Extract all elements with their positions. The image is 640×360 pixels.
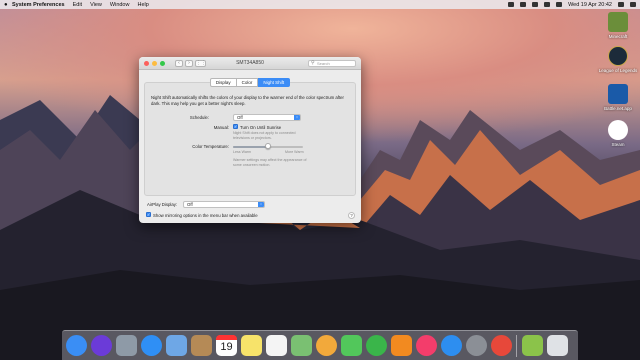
mail-icon[interactable] (166, 335, 187, 356)
desktop-icon-minecraft[interactable]: Minecraft (596, 12, 640, 39)
bluetooth-icon[interactable] (520, 2, 527, 7)
android-file-transfer-icon[interactable] (522, 335, 543, 356)
calendar-icon[interactable]: 19 (216, 335, 237, 356)
spotlight-icon[interactable] (618, 2, 624, 7)
league-of-legends-icon (608, 46, 628, 66)
color-temperature-fill (233, 146, 268, 148)
menu-view[interactable]: View (90, 2, 102, 8)
siri-icon[interactable] (91, 335, 112, 356)
search-icon: ⚲ (311, 60, 315, 66)
menu-help[interactable]: Help (137, 2, 148, 8)
itunes-icon[interactable] (416, 335, 437, 356)
system-preferences-icon[interactable] (466, 335, 487, 356)
desktop-icon-label: League of Legends (598, 68, 638, 73)
battle-net-icon (608, 84, 628, 104)
help-button[interactable]: ? (348, 212, 355, 219)
window-titlebar[interactable]: ‹ › ⋮⋮ SMT34A850 ⚲ Search (139, 57, 361, 70)
search-placeholder: Search (317, 61, 330, 66)
wifi-icon[interactable] (532, 2, 539, 7)
tab-bar: Display Color Night Shift (139, 78, 361, 87)
menu-status-area: Wed 19 Apr 20:42 (508, 2, 636, 8)
trash-icon[interactable] (547, 335, 568, 356)
less-warm-label: Less Warm (233, 150, 252, 154)
battery-icon[interactable] (556, 2, 563, 7)
menu-window[interactable]: Window (110, 2, 130, 8)
show-mirroring-checkbox[interactable]: ✓ (146, 212, 151, 217)
color-temperature-slider[interactable] (265, 143, 271, 149)
clock[interactable]: Wed 19 Apr 20:42 (568, 2, 612, 8)
maps-icon[interactable] (291, 335, 312, 356)
schedule-label: Schedule: (189, 115, 209, 120)
apple-menu-icon[interactable]: ● (4, 2, 12, 8)
turn-on-until-sunrise-checkbox[interactable]: ✓ (233, 124, 238, 129)
manual-note: Night Shift does not apply to connected … (233, 131, 296, 140)
tab-color[interactable]: Color (236, 78, 259, 87)
airplay-display-select[interactable]: Off ↕ (183, 201, 265, 208)
contacts-icon[interactable] (191, 335, 212, 356)
tab-night-shift[interactable]: Night Shift (258, 78, 291, 87)
messages-icon[interactable] (341, 335, 362, 356)
minecraft-icon (608, 12, 628, 32)
color-temperature-label: Color Temperature: (192, 144, 229, 149)
back-button[interactable]: ‹ (175, 59, 183, 67)
airplay-display-label: AirPlay Display: (147, 202, 178, 207)
safari-icon[interactable] (141, 335, 162, 356)
ibooks-icon[interactable] (391, 335, 412, 356)
steam-icon (608, 120, 628, 140)
facetime-icon[interactable] (366, 335, 387, 356)
desktop-icon-label: Minecraft (608, 34, 628, 39)
notification-center-icon[interactable] (630, 2, 636, 7)
chevron-updown-icon: ↕ (258, 202, 264, 207)
more-warm-label: More Warm (285, 150, 304, 154)
desktop-icon-league-of-legends[interactable]: League of Legends (596, 46, 640, 73)
finder-icon[interactable] (66, 335, 87, 356)
menu-app-name[interactable]: System Preferences (12, 2, 65, 8)
reminders-icon[interactable] (266, 335, 287, 356)
airplay-display-value: Off (187, 202, 193, 207)
close-button[interactable] (144, 60, 149, 66)
zoom-button[interactable] (160, 60, 165, 66)
launchpad-icon[interactable] (116, 335, 137, 356)
schedule-select[interactable]: Off ↕ (233, 114, 301, 121)
night-shift-description: Night Shift automatically shifts the col… (151, 95, 344, 106)
desktop-icon-label: Steam (611, 142, 625, 147)
desktop-icon-label: Battle.net.app (604, 106, 632, 111)
chrome-icon[interactable] (491, 335, 512, 356)
photos-icon[interactable] (316, 335, 337, 356)
menu-edit[interactable]: Edit (73, 2, 82, 8)
search-field[interactable]: ⚲ Search (308, 60, 356, 67)
volume-icon[interactable] (544, 2, 551, 7)
dock-separator (516, 334, 517, 357)
manual-label: Manual: (213, 125, 229, 130)
tab-display[interactable]: Display (209, 78, 237, 87)
turn-on-until-sunrise-label: Turn On Until Sunrise (240, 125, 282, 130)
desktop-icon-steam[interactable]: Steam (596, 120, 640, 147)
calendar-day: 19 (220, 341, 233, 353)
desktop-icon-battle-net[interactable]: Battle.net.app (596, 84, 640, 111)
notes-icon[interactable] (241, 335, 262, 356)
show-mirroring-label: Show mirroring options in the menu bar w… (153, 213, 258, 218)
forward-button[interactable]: › (185, 59, 193, 67)
minimize-button[interactable] (152, 60, 157, 66)
display-preferences-window: ‹ › ⋮⋮ SMT34A850 ⚲ Search Display Color … (139, 57, 361, 223)
color-temperature-note: Warmer settings may affect the appearanc… (233, 158, 307, 167)
app-store-icon[interactable] (441, 335, 462, 356)
show-all-grid-icon[interactable]: ⋮⋮ (195, 59, 206, 67)
menu-bar: ● System Preferences Edit View Window He… (0, 0, 640, 9)
schedule-value: Off (237, 115, 243, 120)
night-shift-panel: Night Shift automatically shifts the col… (144, 82, 356, 196)
screen-share-icon[interactable] (508, 2, 515, 7)
dock: 19 (62, 330, 578, 360)
chevron-updown-icon: ↕ (294, 115, 300, 120)
